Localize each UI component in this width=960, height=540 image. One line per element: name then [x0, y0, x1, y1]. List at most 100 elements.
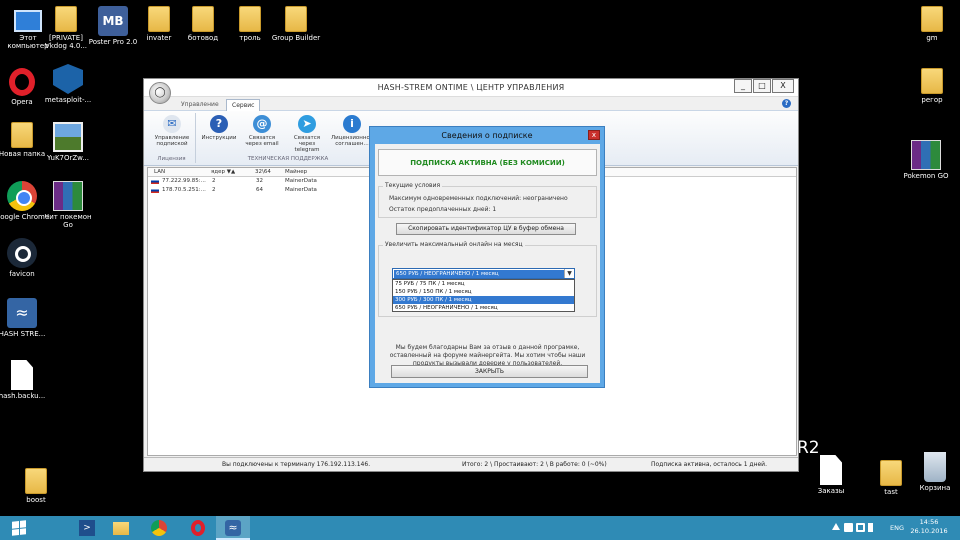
folder-icon — [192, 6, 214, 32]
license-agreement-button[interactable]: i Лицензионное соглашен... — [331, 115, 373, 147]
column-header-bits[interactable]: 32\64 — [255, 168, 271, 177]
file-icon — [11, 360, 33, 390]
folder-icon — [25, 468, 47, 494]
desktop-icon-label: Заказы — [817, 487, 845, 495]
system-tray: ENG 14:56 26.10.2016 — [830, 516, 960, 540]
column-header-cores[interactable]: ядер ▼▲ — [211, 168, 235, 177]
subscription-icon: ✉ — [163, 115, 181, 133]
plan-select[interactable]: 650 РУБ / НЕОГРАНИЧЕНО / 1 месяц ▼ — [392, 268, 575, 279]
language-indicator[interactable]: ENG — [890, 524, 904, 532]
russia-flag-icon — [151, 188, 159, 193]
desktop-icon-pokemon-go[interactable]: Pokemon GO — [898, 140, 954, 180]
volume-icon[interactable] — [868, 523, 876, 532]
ribbon-group-support: ? Инструкции @ Связатся через email ➤ Св… — [198, 113, 378, 163]
taskbar-item-opera[interactable] — [181, 516, 215, 540]
copy-id-button[interactable]: Скопировать идентификатор ЦУ в буфер обм… — [396, 223, 576, 235]
current-terms-group: Текущие условия Максимум одновременных п… — [378, 182, 597, 218]
cell-bits: 64 — [256, 187, 263, 193]
desktop-icon-hash-strem[interactable]: ≈ HASH STRE... — [0, 298, 50, 338]
plan-option[interactable]: 150 РУБ / 150 ПК / 1 месяц — [393, 288, 574, 296]
file-explorer-icon — [113, 522, 129, 535]
chrome-icon — [7, 181, 37, 211]
subscription-status-banner: ПОДПИСКА АКТИВНА (БЕЗ КОМИСИИ) — [378, 149, 597, 176]
cell-miner: MainerData — [285, 187, 317, 193]
desktop-icon-metasploit[interactable]: metasploit-... — [40, 64, 96, 104]
instructions-button[interactable]: ? Инструкции — [198, 115, 240, 141]
desktop-icon-boost[interactable]: boost — [8, 468, 64, 504]
desktop-icon-label: Group Builder — [271, 34, 321, 42]
desktop-icon-regor[interactable]: регор — [904, 68, 960, 104]
ribbon-group-label: Лицензия — [157, 156, 186, 162]
clock-time: 14:56 — [919, 518, 939, 526]
cell-bits: 32 — [256, 178, 263, 184]
desktop-icon-gm[interactable]: gm — [904, 6, 960, 42]
chrome-icon — [151, 520, 167, 536]
close-dialog-button[interactable]: ЗАКРЫТЬ — [391, 365, 588, 378]
column-header-lan[interactable]: LAN — [154, 168, 165, 177]
telegram-icon: ➤ — [298, 115, 316, 133]
taskbar-item-powershell[interactable]: > — [70, 516, 104, 540]
dialog-title: Сведения о подписке — [441, 131, 533, 140]
column-header-miner[interactable]: Майнер — [285, 168, 307, 177]
cell-lan: 178.70.5.251:... — [162, 187, 206, 193]
telegram-support-button[interactable]: ➤ Связатся через telegram — [286, 115, 328, 153]
taskbar-item-hash-strem[interactable]: ≈ — [216, 516, 250, 540]
status-bar: Вы подключены к терминалу 176.192.113.14… — [144, 457, 798, 471]
minimize-button[interactable]: _ — [734, 79, 752, 93]
plan-option-highlighted[interactable]: 300 РУБ / 300 ПК / 1 месяц — [393, 296, 574, 304]
hash-app-icon: ≈ — [225, 520, 241, 536]
help-icon[interactable]: ? — [782, 99, 791, 108]
desktop-icon-hash-backup[interactable]: hash.backu... — [0, 360, 50, 400]
winrar-icon — [53, 181, 83, 211]
chevron-down-icon[interactable]: ▼ — [564, 269, 574, 278]
taskbar: > ≈ ENG 14:56 26.10.2016 — [0, 516, 960, 540]
dialog-close-button[interactable]: x — [588, 130, 600, 140]
max-connections-text: Максимум одновременных подключений: неог… — [389, 195, 568, 202]
taskbar-item-chrome[interactable] — [142, 516, 176, 540]
network-icon[interactable] — [856, 523, 865, 532]
desktop-icon-favicon[interactable]: favicon — [0, 238, 50, 278]
dialog-body: ПОДПИСКА АКТИВНА (БЕЗ КОМИСИИ) Текущие у… — [375, 144, 600, 383]
desktop-icon-group-builder[interactable]: Group Builder — [268, 6, 324, 42]
folder-icon — [285, 6, 307, 32]
ribbon-button-label: Лицензионное соглашен... — [331, 135, 374, 147]
desktop-icon-image[interactable]: YuK7OrZw... — [40, 122, 96, 162]
desktop-icon-label: boost — [26, 496, 46, 504]
plan-option[interactable]: 75 РУБ / 75 ПК / 1 месяц — [393, 280, 574, 288]
recycle-bin-icon — [924, 452, 946, 482]
action-center-icon[interactable] — [844, 523, 853, 532]
tab-service[interactable]: Сервис — [226, 99, 261, 111]
desktop-icon-label: Чит покемон Go — [44, 213, 92, 229]
dialog-titlebar[interactable]: Сведения о подписке x — [370, 127, 604, 144]
app-menu-orb[interactable]: ◯ — [149, 82, 171, 104]
winrar-icon — [911, 140, 941, 170]
plan-option[interactable]: 650 РУБ / НЕОГРАНИЧЕНО / 1 месяц — [393, 304, 574, 312]
folder-icon — [55, 6, 77, 32]
russia-flag-icon — [151, 179, 159, 184]
desktop-icon-orders[interactable]: Заказы — [803, 455, 859, 495]
subscription-dialog: Сведения о подписке x ПОДПИСКА АКТИВНА (… — [369, 126, 605, 388]
cell-cores: 2 — [212, 187, 216, 193]
maximize-button[interactable]: □ — [753, 79, 771, 93]
start-button[interactable] — [0, 516, 40, 540]
desktop-icon-label: YuK7OrZw... — [47, 154, 89, 162]
desktop-icon-recycle-bin[interactable]: Корзина — [907, 452, 960, 492]
mb-app-icon: MB — [98, 6, 128, 36]
ribbon-group-label: ТЕХНИЧЕСКАЯ ПОДДЕРЖКА — [247, 156, 329, 162]
taskbar-item-explorer[interactable] — [104, 516, 138, 540]
steam-icon — [7, 238, 37, 268]
window-titlebar[interactable]: HASH-STREM ONTIME \ ЦЕНТР УПРАВЛЕНИЯ _ □… — [144, 79, 798, 97]
manage-subscription-button[interactable]: ✉ Управление подпиской — [151, 115, 193, 147]
desktop-icon-label: Корзина — [919, 484, 951, 492]
email-support-button[interactable]: @ Связатся через email — [241, 115, 283, 147]
close-button[interactable]: X — [772, 79, 794, 93]
tab-management[interactable]: Управление — [176, 99, 224, 111]
clock[interactable]: 14:56 26.10.2016 — [906, 518, 952, 536]
group-legend: Увеличить максимальный онлайн на месяц — [383, 241, 525, 248]
status-subscription: Подписка активна, осталось 1 дней. — [651, 461, 767, 468]
folder-icon — [921, 68, 943, 94]
desktop-icon-cheat[interactable]: Чит покемон Go — [40, 181, 96, 229]
folder-icon — [11, 122, 33, 148]
hash-app-icon: ≈ — [7, 298, 37, 328]
show-hidden-icons-icon[interactable] — [832, 523, 840, 530]
